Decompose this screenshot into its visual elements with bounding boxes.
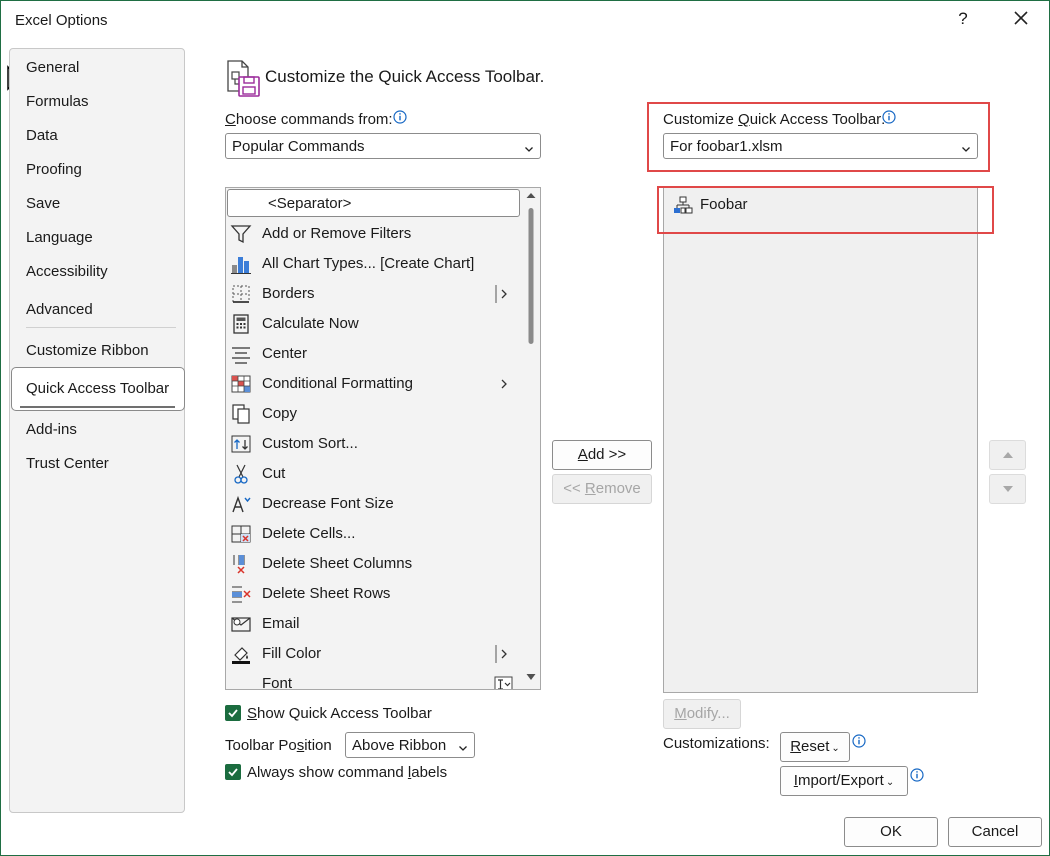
chevron-down-icon: ⌄ [831,743,840,754]
help-button[interactable]: ? [955,9,971,29]
sidebar-selected-underline [20,406,175,408]
sidebar-item-quick-access-toolbar[interactable]: Quick Access Toolbar [26,380,169,397]
commands-scrollbar[interactable] [522,188,540,689]
toolbar-position-value: Above Ribbon [352,737,447,754]
modify-button[interactable]: Modify... [663,699,741,729]
delete-columns-icon [230,553,252,575]
center-align-icon [230,343,252,365]
import-export-button[interactable]: Import/Export ⌄ [780,766,908,796]
sort-icon [230,433,252,455]
sidebar-item-general[interactable]: General [26,59,79,76]
command-item-calculate-now[interactable]: Calculate Now [226,309,522,339]
command-item-all-chart-types[interactable]: All Chart Types... [Create Chart] [226,249,522,279]
filter-icon [230,223,252,245]
customizations-label: Customizations: [663,735,770,752]
delete-cells-icon [230,523,252,545]
command-item-fill-color[interactable]: Fill Color [226,639,522,669]
highlight-box-customize-qat [647,102,990,172]
add-button[interactable]: Add >> [552,440,652,470]
split-submenu-arrow-icon [494,284,512,304]
toolbar-position-label: Toolbar Position [225,737,332,754]
command-item-conditional-formatting[interactable]: Conditional Formatting [226,369,522,399]
toolbar-position-dropdown[interactable]: Above Ribbon [345,732,475,758]
always-show-labels-label: Always show command labels [247,764,448,781]
command-item-center[interactable]: Center [226,339,522,369]
choose-commands-value: Popular Commands [232,138,365,155]
command-item-delete-cells[interactable]: Delete Cells... [226,519,522,549]
delete-rows-icon [230,583,252,605]
page-title: Customize the Quick Access Toolbar. [265,67,545,86]
sidebar-item-formulas[interactable]: Formulas [26,93,89,110]
move-down-button[interactable] [989,474,1026,504]
chevron-down-icon [458,740,468,757]
sidebar-item-save[interactable]: Save [26,195,60,212]
command-item-cut[interactable]: Cut [226,459,522,489]
title-bar: Excel Options ? [1,1,1049,41]
command-item-copy[interactable]: Copy [226,399,522,429]
submenu-arrow-icon [494,374,512,394]
cancel-button[interactable]: Cancel [948,817,1042,847]
quick-access-toolbar-icon [225,59,261,103]
chevron-down-icon: ⌄ [885,777,895,788]
sidebar-item-customize-ribbon[interactable]: Customize Ribbon [26,342,149,359]
commands-list[interactable]: <Separator> Add or Remove Filters All Ch… [225,187,541,690]
command-item-delete-sheet-columns[interactable]: Delete Sheet Columns [226,549,522,579]
command-item-email[interactable]: Email [226,609,522,639]
reset-button[interactable]: Reset ⌄ [780,732,850,762]
close-icon[interactable] [1009,6,1033,30]
sidebar-item-data[interactable]: Data [26,127,58,144]
info-icon[interactable] [852,734,866,748]
show-qat-checkbox[interactable] [225,705,241,721]
copy-icon [230,403,252,425]
command-item-delete-sheet-rows[interactable]: Delete Sheet Rows [226,579,522,609]
choose-commands-dropdown[interactable]: Popular Commands [225,133,541,159]
remove-button[interactable]: << Remove [552,474,652,504]
options-sidebar: General Formulas Data Proofing Save Lang… [9,48,185,813]
email-icon [230,613,252,635]
decrease-font-icon [230,493,252,515]
sidebar-item-accessibility[interactable]: Accessibility [26,263,108,280]
show-qat-label: Show Quick Access Toolbar [247,705,432,722]
command-item-add-or-remove-filters[interactable]: Add or Remove Filters [226,219,522,249]
sidebar-divider [26,327,176,328]
command-item-separator[interactable]: <Separator> [227,189,520,217]
sidebar-item-advanced[interactable]: Advanced [26,301,93,318]
font-icon [230,673,252,689]
split-submenu-arrow-icon [494,644,512,664]
scissors-icon [230,463,252,485]
highlight-box-foobar-item [657,186,994,234]
always-show-labels-checkbox[interactable] [225,764,241,780]
arrow-down-icon [1003,486,1013,492]
info-icon[interactable] [393,110,407,124]
qat-commands-list[interactable]: Foobar [663,187,978,693]
chart-icon [230,253,252,275]
borders-icon [230,283,252,305]
fill-color-icon [230,643,252,665]
command-item-custom-sort[interactable]: Custom Sort... [226,429,522,459]
font-combo-icon [494,674,513,689]
calculator-icon [230,313,252,335]
command-item-borders[interactable]: Borders [226,279,522,309]
chevron-down-icon [524,141,534,158]
sidebar-item-add-ins[interactable]: Add-ins [26,421,77,438]
info-icon[interactable] [910,768,924,782]
window-title: Excel Options [15,12,108,29]
move-up-button[interactable] [989,440,1026,470]
command-item-font[interactable]: Font [226,669,522,689]
ok-button[interactable]: OK [844,817,938,847]
command-item-decrease-font-size[interactable]: Decrease Font Size [226,489,522,519]
sidebar-item-trust-center[interactable]: Trust Center [26,455,109,472]
arrow-up-icon [1003,452,1013,458]
excel-options-dialog: Excel Options ? General Formulas Data Pr… [0,0,1050,856]
sidebar-item-language[interactable]: Language [26,229,93,246]
choose-commands-label: Choose commands from: [225,111,393,128]
sidebar-item-proofing[interactable]: Proofing [26,161,82,178]
conditional-formatting-icon [230,373,252,395]
